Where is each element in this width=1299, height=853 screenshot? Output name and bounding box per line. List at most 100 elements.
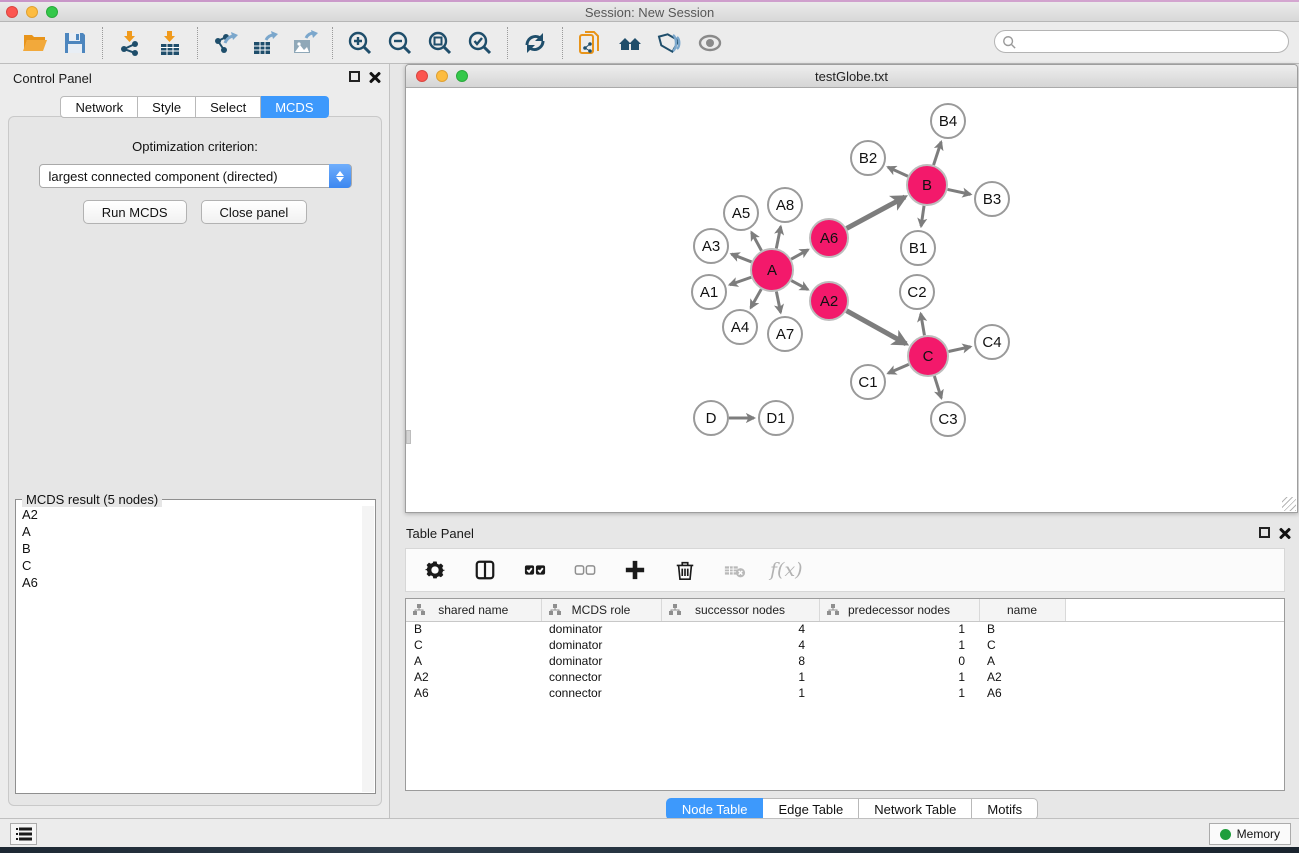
export-network-icon[interactable] xyxy=(210,28,240,58)
zoom-fit-icon[interactable] xyxy=(425,28,455,58)
node-C3[interactable]: C3 xyxy=(931,402,965,436)
tab-style[interactable]: Style xyxy=(138,96,196,118)
node-C[interactable]: C xyxy=(908,336,948,376)
tab-motifs[interactable]: Motifs xyxy=(972,798,1038,820)
task-history-button[interactable] xyxy=(10,823,37,845)
unselect-all-icon[interactable] xyxy=(570,555,600,585)
zoom-selected-icon[interactable] xyxy=(465,28,495,58)
tab-node-table[interactable]: Node Table xyxy=(666,798,764,820)
run-mcds-button[interactable]: Run MCDS xyxy=(83,200,187,224)
column-header-MCDS-role[interactable]: MCDS role xyxy=(541,599,661,621)
table-panel-title: Table Panel xyxy=(406,526,474,541)
zoom-out-icon[interactable] xyxy=(385,28,415,58)
network-window-titlebar[interactable]: testGlobe.txt xyxy=(406,65,1297,88)
edge-A-A8 xyxy=(776,227,780,249)
result-item[interactable]: B xyxy=(17,540,362,557)
node-B2[interactable]: B2 xyxy=(851,141,885,175)
mcds-result-list[interactable]: A2ABCA6 xyxy=(17,506,362,792)
delete-column-icon[interactable] xyxy=(670,555,700,585)
open-session-icon[interactable] xyxy=(20,28,50,58)
edge-C-C1 xyxy=(888,364,909,373)
network-vscroll-thumb[interactable] xyxy=(406,430,411,444)
hide-labels-icon[interactable] xyxy=(655,28,685,58)
node-D[interactable]: D xyxy=(694,401,728,435)
table-row[interactable]: Cdominator41C xyxy=(406,637,1284,653)
column-header-successor-nodes[interactable]: successor nodes xyxy=(661,599,819,621)
svg-text:A2: A2 xyxy=(820,293,838,310)
table-float-icon[interactable] xyxy=(1259,527,1270,538)
node-B3[interactable]: B3 xyxy=(975,182,1009,216)
column-header-predecessor-nodes[interactable]: predecessor nodes xyxy=(819,599,979,621)
tab-select[interactable]: Select xyxy=(196,96,261,118)
table-panel: Table Panel f(x) shared nameMCDS rolesuc… xyxy=(405,520,1299,812)
memory-button[interactable]: Memory xyxy=(1209,823,1291,845)
refresh-icon[interactable] xyxy=(520,28,550,58)
tab-network[interactable]: Network xyxy=(60,96,138,118)
node-A3[interactable]: A3 xyxy=(694,229,728,263)
result-item[interactable]: A6 xyxy=(17,574,362,591)
svg-text:A8: A8 xyxy=(776,197,794,214)
node-A2[interactable]: A2 xyxy=(810,282,848,320)
node-C1[interactable]: C1 xyxy=(851,365,885,399)
node-A[interactable]: A xyxy=(751,249,793,291)
result-item[interactable]: A xyxy=(17,523,362,540)
edge-A-A1 xyxy=(730,277,751,284)
column-header-shared-name[interactable]: shared name xyxy=(406,599,541,621)
close-panel-button[interactable]: Close panel xyxy=(201,200,308,224)
node-B1[interactable]: B1 xyxy=(901,231,935,265)
export-table-icon[interactable] xyxy=(250,28,280,58)
node-A1[interactable]: A1 xyxy=(692,275,726,309)
node-A4[interactable]: A4 xyxy=(723,310,757,344)
node-A6[interactable]: A6 xyxy=(810,219,848,257)
table-row[interactable]: Bdominator41B xyxy=(406,621,1284,637)
resize-grip-icon[interactable] xyxy=(1282,497,1296,511)
node-C2[interactable]: C2 xyxy=(900,275,934,309)
attribute-icon xyxy=(413,604,425,615)
table-row[interactable]: Adominator80A xyxy=(406,653,1284,669)
save-session-icon[interactable] xyxy=(60,28,90,58)
edge-A-A2 xyxy=(791,281,808,290)
search-field[interactable] xyxy=(994,30,1289,53)
node-B[interactable]: B xyxy=(907,165,947,205)
node-A5[interactable]: A5 xyxy=(724,196,758,230)
table-close-icon[interactable] xyxy=(1279,527,1291,539)
node-C4[interactable]: C4 xyxy=(975,325,1009,359)
select-all-icon[interactable] xyxy=(520,555,550,585)
function-builder-icon[interactable]: f(x) xyxy=(770,559,803,581)
home-view-icon[interactable] xyxy=(615,28,645,58)
node-A8[interactable]: A8 xyxy=(768,188,802,222)
result-item[interactable]: C xyxy=(17,557,362,574)
result-item[interactable]: A2 xyxy=(17,506,362,523)
new-session-icon[interactable] xyxy=(575,28,605,58)
zoom-in-icon[interactable] xyxy=(345,28,375,58)
network-canvas[interactable]: B4 B2 B B3 A5 A8 A6 B1 A3 A A1 A2 C2 A4 A7 C C4 C1 C3 D D1 xyxy=(406,88,1297,512)
node-D1[interactable]: D1 xyxy=(759,401,793,435)
svg-text:B3: B3 xyxy=(983,191,1001,208)
import-table-icon[interactable] xyxy=(155,28,185,58)
export-image-icon[interactable] xyxy=(290,28,320,58)
search-input[interactable] xyxy=(1016,35,1288,49)
result-scrollbar[interactable] xyxy=(362,506,374,792)
svg-text:B: B xyxy=(922,177,932,194)
column-header-name[interactable]: name xyxy=(979,599,1065,621)
table-row[interactable]: A2connector11A2 xyxy=(406,669,1284,685)
delete-table-icon[interactable] xyxy=(720,555,750,585)
edge-C-C4 xyxy=(949,347,971,352)
criterion-dropdown[interactable]: largest connected component (directed) xyxy=(39,164,352,188)
columns-icon[interactable] xyxy=(470,555,500,585)
gear-icon[interactable] xyxy=(420,555,450,585)
node-A7[interactable]: A7 xyxy=(768,317,802,351)
float-panel-icon[interactable] xyxy=(349,71,360,82)
tab-network-table[interactable]: Network Table xyxy=(859,798,972,820)
svg-text:C4: C4 xyxy=(982,334,1001,351)
eye-icon[interactable] xyxy=(695,28,725,58)
tab-mcds[interactable]: MCDS xyxy=(261,96,328,118)
node-B4[interactable]: B4 xyxy=(931,104,965,138)
svg-text:A7: A7 xyxy=(776,326,794,343)
import-network-icon[interactable] xyxy=(115,28,145,58)
svg-text:A5: A5 xyxy=(732,205,750,222)
table-row[interactable]: A6connector11A6 xyxy=(406,685,1284,701)
tab-edge-table[interactable]: Edge Table xyxy=(763,798,859,820)
add-column-icon[interactable] xyxy=(620,555,650,585)
close-panel-icon[interactable] xyxy=(369,71,381,83)
